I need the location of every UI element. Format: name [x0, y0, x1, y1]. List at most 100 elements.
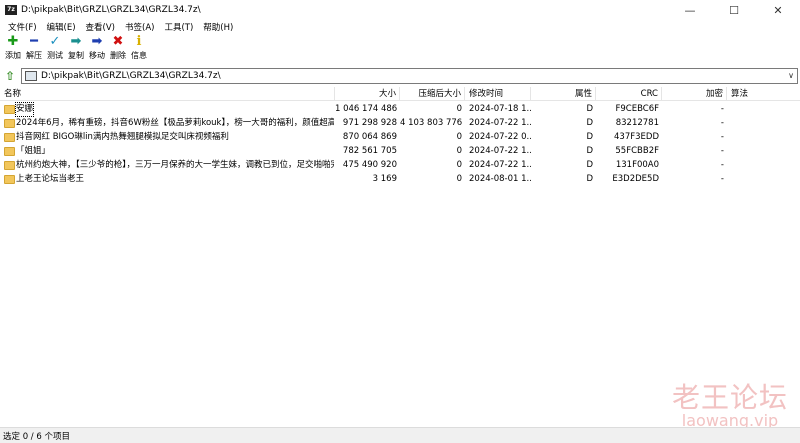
add-label: 添加 — [5, 51, 21, 60]
column-header-packed-size[interactable]: 压缩后大小 — [400, 87, 465, 101]
path-input[interactable]: D:\pikpak\Bit\GRZL\GRZL34\GRZL34.7z\ ∨ — [21, 68, 798, 84]
move-label: 移动 — [89, 51, 105, 60]
folder-icon — [4, 133, 15, 142]
menu-view[interactable]: 查看(V) — [81, 21, 120, 33]
row-encrypted: - — [720, 132, 724, 142]
column-header-attributes[interactable]: 属性 — [531, 87, 596, 101]
row-size: 1 046 174 486 — [335, 104, 397, 114]
row-modified: 2024-07-22 1... — [469, 146, 531, 156]
row-modified: 2024-08-01 1... — [469, 174, 531, 184]
delete-button[interactable]: ✖ 删除 — [108, 35, 128, 64]
column-header-method[interactable]: 算法 — [727, 87, 800, 101]
column-header-modified[interactable]: 修改时间 — [465, 87, 531, 101]
test-button[interactable]: ✓ 测试 — [45, 35, 65, 64]
row-packed-size: 0 — [456, 146, 462, 156]
row-encrypted: - — [720, 160, 724, 170]
move-icon: ➡ — [91, 34, 103, 49]
folder-icon — [4, 105, 15, 114]
row-attributes: D — [586, 146, 593, 156]
row-attributes: D — [586, 132, 593, 142]
info-icon: i — [136, 34, 142, 49]
file-list[interactable]: 名称 大小 压缩后大小 修改时间 属性 CRC 加密 算法 安娜 1 046 1… — [0, 87, 800, 427]
row-name: 杭州约炮大神，【三少爷的枪】，三万一月保养的大一学生妹，调教已到位，足交啪啪完美 — [16, 160, 334, 170]
move-button[interactable]: ➡ 移动 — [87, 35, 107, 64]
close-button[interactable]: ✕ — [756, 0, 800, 20]
row-modified: 2024-07-22 1... — [469, 118, 531, 128]
folder-icon — [4, 161, 15, 170]
table-row[interactable]: 2024年6月，稀有重磅，抖音6W粉丝【极品萝莉kouk】，榜一大哥的福利，颜值… — [0, 117, 800, 130]
table-row[interactable]: 上老王论坛当老王 3 169 0 2024-08-01 1... D E3D2D… — [0, 173, 800, 186]
table-row[interactable]: 安娜 1 046 174 486 0 2024-07-18 1... D F9C… — [0, 102, 800, 117]
column-header-encrypted[interactable]: 加密 — [662, 87, 727, 101]
copy-button[interactable]: ➡ 复制 — [66, 35, 86, 64]
window-controls: — ☐ ✕ — [668, 0, 800, 20]
row-size: 475 490 920 — [342, 160, 397, 170]
row-modified: 2024-07-18 1... — [469, 104, 531, 114]
row-name: 2024年6月，稀有重磅，抖音6W粉丝【极品萝莉kouk】，榜一大哥的福利，颜值… — [16, 118, 334, 128]
menu-file[interactable]: 文件(F) — [3, 21, 42, 33]
copy-icon: ➡ — [70, 34, 82, 49]
row-packed-size: 0 — [456, 132, 462, 142]
row-crc: 131F00A0 — [615, 160, 659, 170]
window-title: D:\pikpak\Bit\GRZL\GRZL34\GRZL34.7z\ — [21, 5, 201, 15]
row-packed-size: 0 — [456, 160, 462, 170]
path-value: D:\pikpak\Bit\GRZL\GRZL34\GRZL34.7z\ — [41, 71, 221, 81]
row-packed-size: 4 103 803 776 — [400, 118, 462, 128]
archive-icon — [25, 71, 37, 81]
add-button[interactable]: ✚ 添加 — [3, 35, 23, 64]
folder-icon — [4, 119, 15, 128]
menu-edit[interactable]: 编辑(E) — [42, 21, 81, 33]
row-attributes: D — [586, 118, 593, 128]
row-crc: 55FCBB2F — [615, 146, 659, 156]
status-bar: 选定 0 / 6 个项目 — [0, 427, 800, 443]
row-name: 抖音网红 BIGO琳lin满内热舞翘腿模拟足交叫床视频福利 — [16, 132, 229, 142]
toolbar: ✚ 添加 ━ 解压 ✓ 测试 ➡ 复制 ➡ 移动 ✖ 删除 i 信息 — [0, 35, 800, 64]
row-crc: F9CEBC6F — [615, 104, 659, 114]
folder-icon — [4, 175, 15, 184]
path-bar: ⇧ D:\pikpak\Bit\GRZL\GRZL34\GRZL34.7z\ ∨ — [0, 67, 800, 85]
watermark: 老王论坛 laowang.vip — [670, 383, 790, 429]
row-crc: E3D2DE5D — [612, 174, 659, 184]
title-bar: 7z D:\pikpak\Bit\GRZL\GRZL34\GRZL34.7z\ … — [0, 0, 800, 20]
column-header-size[interactable]: 大小 — [335, 87, 400, 101]
delete-icon: ✖ — [112, 34, 124, 49]
row-encrypted: - — [720, 146, 724, 156]
chevron-down-icon[interactable]: ∨ — [788, 71, 794, 80]
table-row[interactable]: 杭州约炮大神，【三少爷的枪】，三万一月保养的大一学生妹，调教已到位，足交啪啪完美… — [0, 159, 800, 172]
column-header-name[interactable]: 名称 — [0, 87, 335, 101]
extract-button[interactable]: ━ 解压 — [24, 35, 44, 64]
selection-status: 选定 0 / 6 个项目 — [3, 431, 70, 442]
info-label: 信息 — [131, 51, 147, 60]
test-label: 测试 — [47, 51, 63, 60]
row-size: 782 561 705 — [342, 146, 397, 156]
row-crc: 83212781 — [615, 118, 659, 128]
maximize-button[interactable]: ☐ — [712, 0, 756, 20]
row-crc: 437F3EDD — [614, 132, 659, 142]
delete-label: 删除 — [110, 51, 126, 60]
folder-up-icon[interactable]: ⇧ — [3, 69, 17, 83]
row-size: 3 169 — [372, 174, 397, 184]
menu-bar: 文件(F) 编辑(E) 查看(V) 书签(A) 工具(T) 帮助(H) — [0, 20, 800, 34]
row-encrypted: - — [720, 118, 724, 128]
row-name: 上老王论坛当老王 — [16, 174, 85, 184]
row-modified: 2024-07-22 0... — [469, 132, 531, 142]
watermark-title: 老王论坛 — [671, 381, 788, 414]
row-size: 971 298 928 — [342, 118, 397, 128]
extract-label: 解压 — [26, 51, 42, 60]
table-row[interactable]: 「姐姐」 782 561 705 0 2024-07-22 1... D 55F… — [0, 145, 800, 158]
list-header: 名称 大小 压缩后大小 修改时间 属性 CRC 加密 算法 — [0, 87, 800, 101]
menu-help[interactable]: 帮助(H) — [198, 21, 238, 33]
copy-label: 复制 — [68, 51, 84, 60]
menu-bookmarks[interactable]: 书签(A) — [120, 21, 159, 33]
column-header-crc[interactable]: CRC — [596, 87, 662, 101]
row-packed-size: 0 — [456, 104, 462, 114]
row-encrypted: - — [720, 104, 724, 114]
row-size: 870 064 869 — [342, 132, 397, 142]
info-button[interactable]: i 信息 — [129, 35, 149, 64]
row-attributes: D — [586, 104, 593, 114]
test-icon: ✓ — [49, 34, 61, 49]
minimize-button[interactable]: — — [668, 0, 712, 20]
row-name: 安娜 — [14, 102, 35, 117]
table-row[interactable]: 抖音网红 BIGO琳lin满内热舞翘腿模拟足交叫床视频福利 870 064 86… — [0, 131, 800, 144]
menu-tools[interactable]: 工具(T) — [159, 21, 198, 33]
